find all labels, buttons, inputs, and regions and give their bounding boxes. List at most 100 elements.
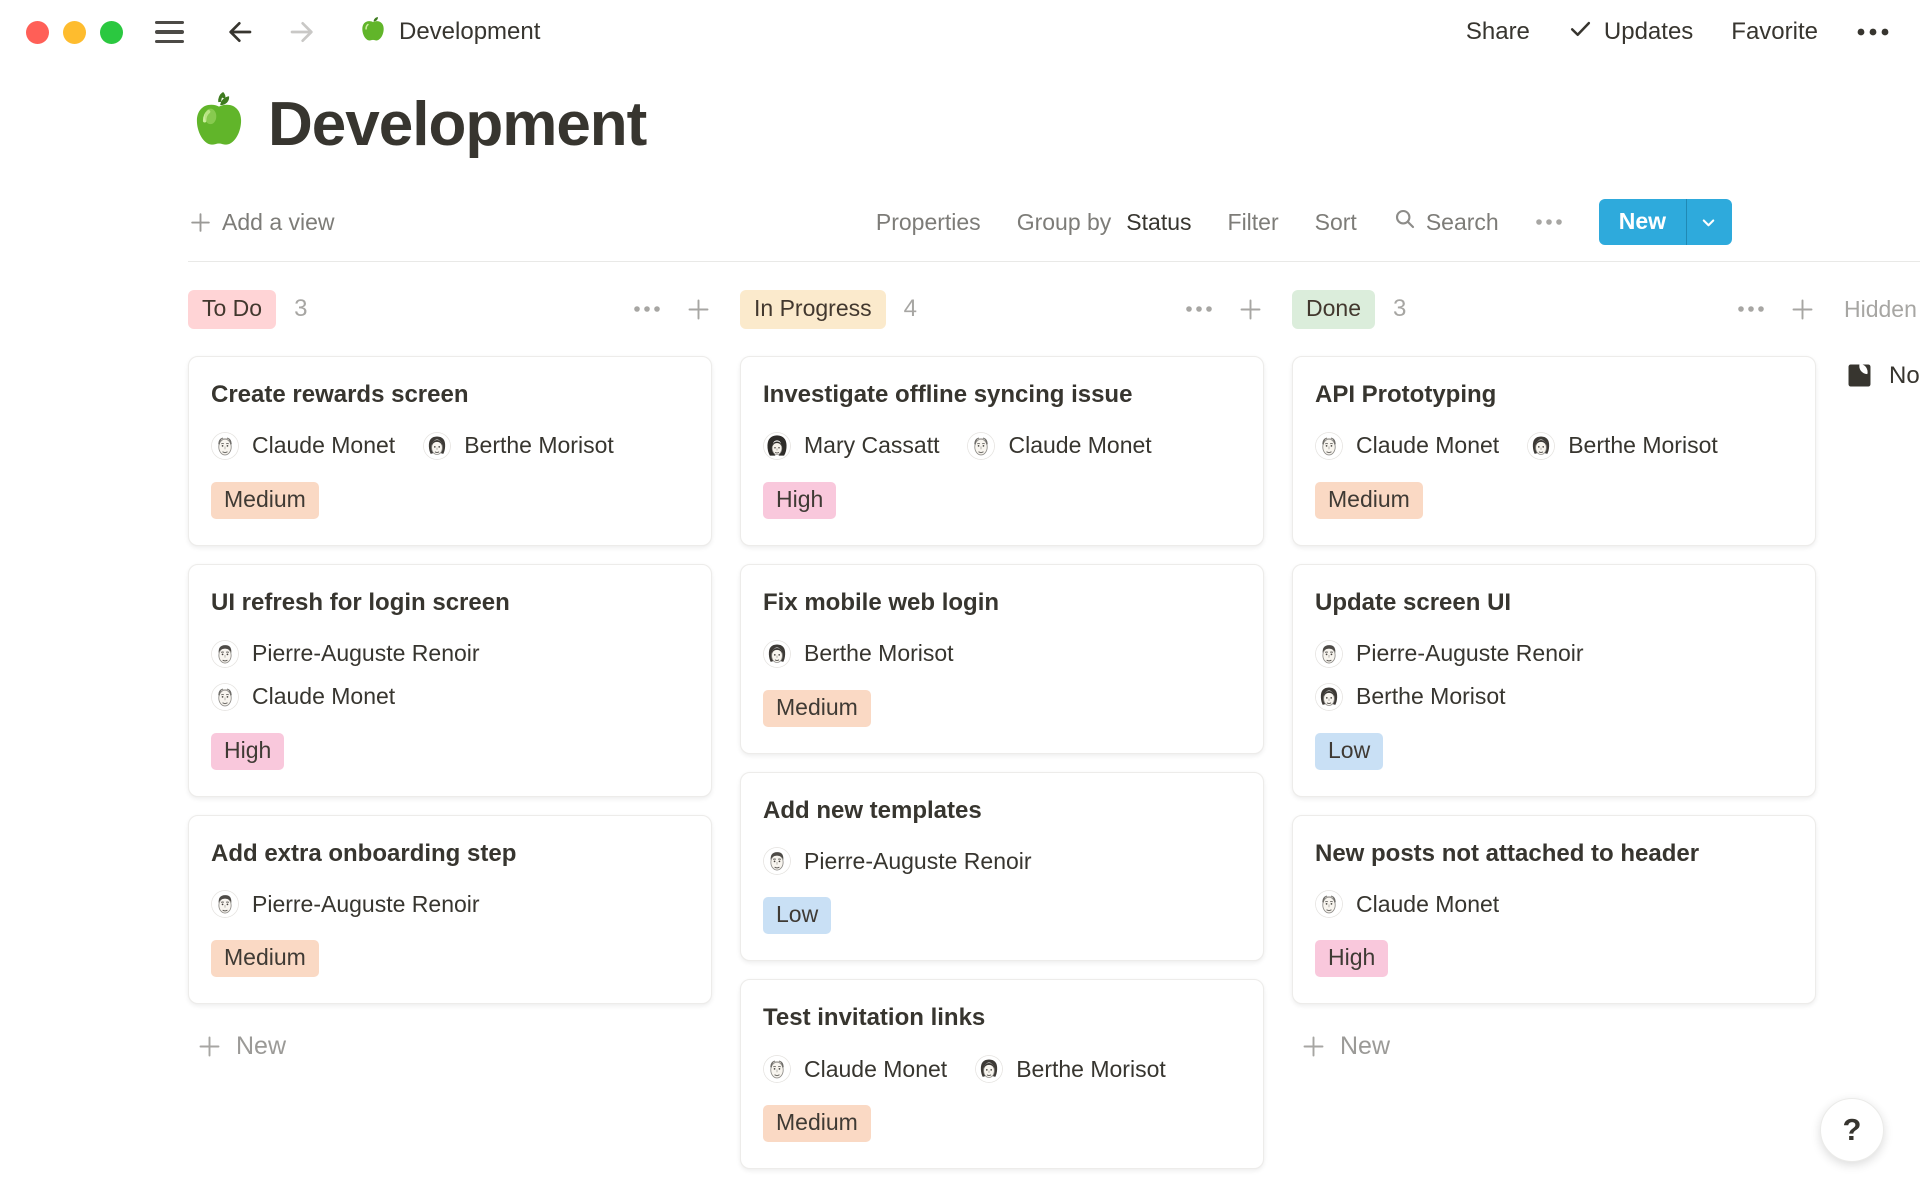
column-status-pill[interactable]: In Progress bbox=[740, 290, 886, 329]
kanban-board: To Do3Create rewards screenClaude MonetB… bbox=[0, 288, 1920, 1169]
page-title[interactable]: Development bbox=[268, 92, 646, 157]
hidden-columns-label[interactable]: Hidden columns bbox=[1844, 288, 1920, 330]
kanban-card[interactable]: Add extra onboarding stepPierre-Auguste … bbox=[188, 815, 712, 1005]
chevron-down-icon[interactable] bbox=[1686, 199, 1732, 245]
card-title: Create rewards screen bbox=[211, 381, 689, 410]
assignee-name: Pierre-Auguste Renoir bbox=[804, 848, 1032, 875]
card-assignees: Berthe Morisot bbox=[763, 640, 1241, 668]
assignee-row: Claude MonetBerthe Morisot bbox=[1315, 432, 1793, 460]
card-assignee: Berthe Morisot bbox=[1315, 683, 1506, 711]
column-status-pill[interactable]: To Do bbox=[188, 290, 276, 329]
card-priority: Medium bbox=[211, 940, 689, 977]
card-assignees: Pierre-Auguste Renoir bbox=[211, 890, 689, 918]
card-title: Update screen UI bbox=[1315, 589, 1793, 618]
morisot-portrait bbox=[423, 432, 451, 460]
card-assignees: Claude MonetBerthe Morisot bbox=[1315, 432, 1793, 460]
card-assignees: Claude MonetBerthe Morisot bbox=[211, 432, 689, 460]
question-mark-icon: ? bbox=[1843, 1112, 1862, 1148]
check-icon bbox=[1568, 16, 1593, 48]
updates-button[interactable]: Updates bbox=[1568, 16, 1693, 48]
assignee-name: Claude Monet bbox=[1008, 432, 1151, 459]
column-more-icon[interactable] bbox=[633, 305, 661, 313]
kanban-card[interactable]: Create rewards screen Claude MonetBerthe … bbox=[188, 356, 712, 546]
search-icon bbox=[1393, 207, 1417, 237]
assignee-name: Claude Monet bbox=[1356, 891, 1499, 918]
toolbar-divider bbox=[188, 261, 1920, 262]
assignee-name: Mary Cassatt bbox=[804, 432, 939, 459]
minimize-window-button[interactable] bbox=[63, 21, 86, 44]
inbox-icon bbox=[1844, 360, 1875, 391]
add-card-label: New bbox=[236, 1032, 286, 1061]
group-by-value: Status bbox=[1126, 209, 1191, 236]
assignee-name: Claude Monet bbox=[804, 1056, 947, 1083]
green-apple-page-icon-large[interactable] bbox=[188, 90, 250, 157]
assignee-name: Claude Monet bbox=[1356, 432, 1499, 459]
close-window-button[interactable] bbox=[26, 21, 49, 44]
monet-portrait bbox=[967, 432, 995, 460]
card-assignee: Claude Monet bbox=[1315, 432, 1499, 460]
hidden-group-no-status[interactable]: No Status bbox=[1844, 360, 1920, 391]
group-by-button[interactable]: Group by Status bbox=[1017, 209, 1192, 236]
kanban-card[interactable]: Investigate offline syncing issueMary Ca… bbox=[740, 356, 1264, 546]
kanban-card[interactable]: API PrototypingClaude MonetBerthe Moriso… bbox=[1292, 356, 1816, 546]
filter-button[interactable]: Filter bbox=[1228, 209, 1279, 236]
view-more-options-icon[interactable] bbox=[1535, 218, 1563, 226]
sort-button[interactable]: Sort bbox=[1315, 209, 1357, 236]
kanban-card[interactable]: Add new templatesPierre-Auguste RenoirLo… bbox=[740, 772, 1264, 962]
add-card-button[interactable]: New bbox=[196, 1032, 712, 1061]
search-button[interactable]: Search bbox=[1393, 207, 1499, 237]
back-arrow-icon[interactable] bbox=[224, 16, 256, 48]
priority-tag: High bbox=[763, 482, 836, 519]
assignee-row: Pierre-Auguste Renoir bbox=[1315, 640, 1793, 668]
column-count: 3 bbox=[1393, 295, 1406, 323]
help-button[interactable]: ? bbox=[1820, 1098, 1884, 1162]
renoir-portrait bbox=[763, 847, 791, 875]
column-status-pill[interactable]: Done bbox=[1292, 290, 1375, 329]
add-card-button[interactable]: New bbox=[1300, 1032, 1816, 1061]
assignee-name: Berthe Morisot bbox=[1016, 1056, 1166, 1083]
add-view-button[interactable]: Add a view bbox=[188, 209, 335, 236]
column-actions bbox=[633, 296, 712, 323]
card-assignee: Berthe Morisot bbox=[423, 432, 614, 460]
column-more-icon[interactable] bbox=[1737, 305, 1765, 313]
column-more-icon[interactable] bbox=[1185, 305, 1213, 313]
more-options-icon[interactable] bbox=[1856, 27, 1890, 37]
assignee-row: Pierre-Auguste Renoir bbox=[763, 847, 1241, 875]
green-apple-page-icon bbox=[358, 14, 388, 51]
column-add-icon[interactable] bbox=[685, 296, 712, 323]
card-assignees: Claude Monet Berthe Morisot bbox=[763, 1055, 1241, 1083]
column-header: To Do3 bbox=[188, 288, 712, 330]
share-button[interactable]: Share bbox=[1466, 18, 1530, 46]
kanban-card[interactable]: Test invitation linksClaude MonetBerthe … bbox=[740, 979, 1264, 1169]
kanban-card[interactable]: Update screen UI Pierre-Auguste Renoir Ber… bbox=[1292, 564, 1816, 797]
column-actions bbox=[1185, 296, 1264, 323]
forward-arrow-icon[interactable] bbox=[286, 16, 318, 48]
card-priority: Low bbox=[763, 897, 1241, 934]
renoir-portrait bbox=[1315, 640, 1343, 668]
column-add-icon[interactable] bbox=[1789, 296, 1816, 323]
new-button-label: New bbox=[1599, 199, 1686, 245]
zoom-window-button[interactable] bbox=[100, 21, 123, 44]
properties-button[interactable]: Properties bbox=[876, 209, 981, 236]
monet-portrait bbox=[211, 683, 239, 711]
column-header: In Progress4 bbox=[740, 288, 1264, 330]
card-assignees: Pierre-Auguste RenoirClaude Monet bbox=[211, 640, 689, 711]
priority-tag: Low bbox=[1315, 733, 1383, 770]
new-button[interactable]: New bbox=[1599, 199, 1732, 245]
kanban-card[interactable]: Fix mobile web loginBerthe MorisotMedium bbox=[740, 564, 1264, 754]
breadcrumb[interactable]: Development bbox=[358, 14, 540, 51]
kanban-card[interactable]: New posts not attached to headerClaude M… bbox=[1292, 815, 1816, 1005]
sidebar-menu-icon[interactable] bbox=[155, 21, 184, 44]
card-priority: Low bbox=[1315, 733, 1793, 770]
column-add-icon[interactable] bbox=[1237, 296, 1264, 323]
kanban-card[interactable]: UI refresh for login screenPierre-August… bbox=[188, 564, 712, 797]
favorite-button[interactable]: Favorite bbox=[1731, 18, 1818, 46]
card-priority: High bbox=[211, 733, 689, 770]
card-priority: Medium bbox=[1315, 482, 1793, 519]
assignee-name: Berthe Morisot bbox=[464, 432, 614, 459]
view-toolbar: Add a view Properties Group by Status Fi… bbox=[0, 199, 1920, 245]
assignee-name: Berthe Morisot bbox=[804, 640, 954, 667]
priority-tag: High bbox=[1315, 940, 1388, 977]
card-assignee: Pierre-Auguste Renoir bbox=[1315, 640, 1584, 668]
card-assignee: Pierre-Auguste Renoir bbox=[211, 890, 480, 918]
